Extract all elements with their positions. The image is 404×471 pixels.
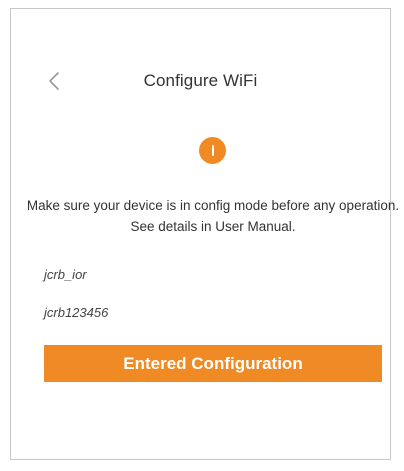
wifi-password: jcrb123456 [44, 305, 109, 320]
config-mode-notice: Make sure your device is in config mode … [26, 198, 400, 234]
entered-configuration-button[interactable]: Entered Configuration [44, 345, 382, 382]
wifi-ssid: jcrb_ior [44, 267, 87, 282]
warning-icon [199, 137, 226, 164]
configure-wifi-screen: Configure WiFi Make sure your device is … [10, 8, 399, 460]
page-title: Configure WiFi [143, 71, 258, 90]
